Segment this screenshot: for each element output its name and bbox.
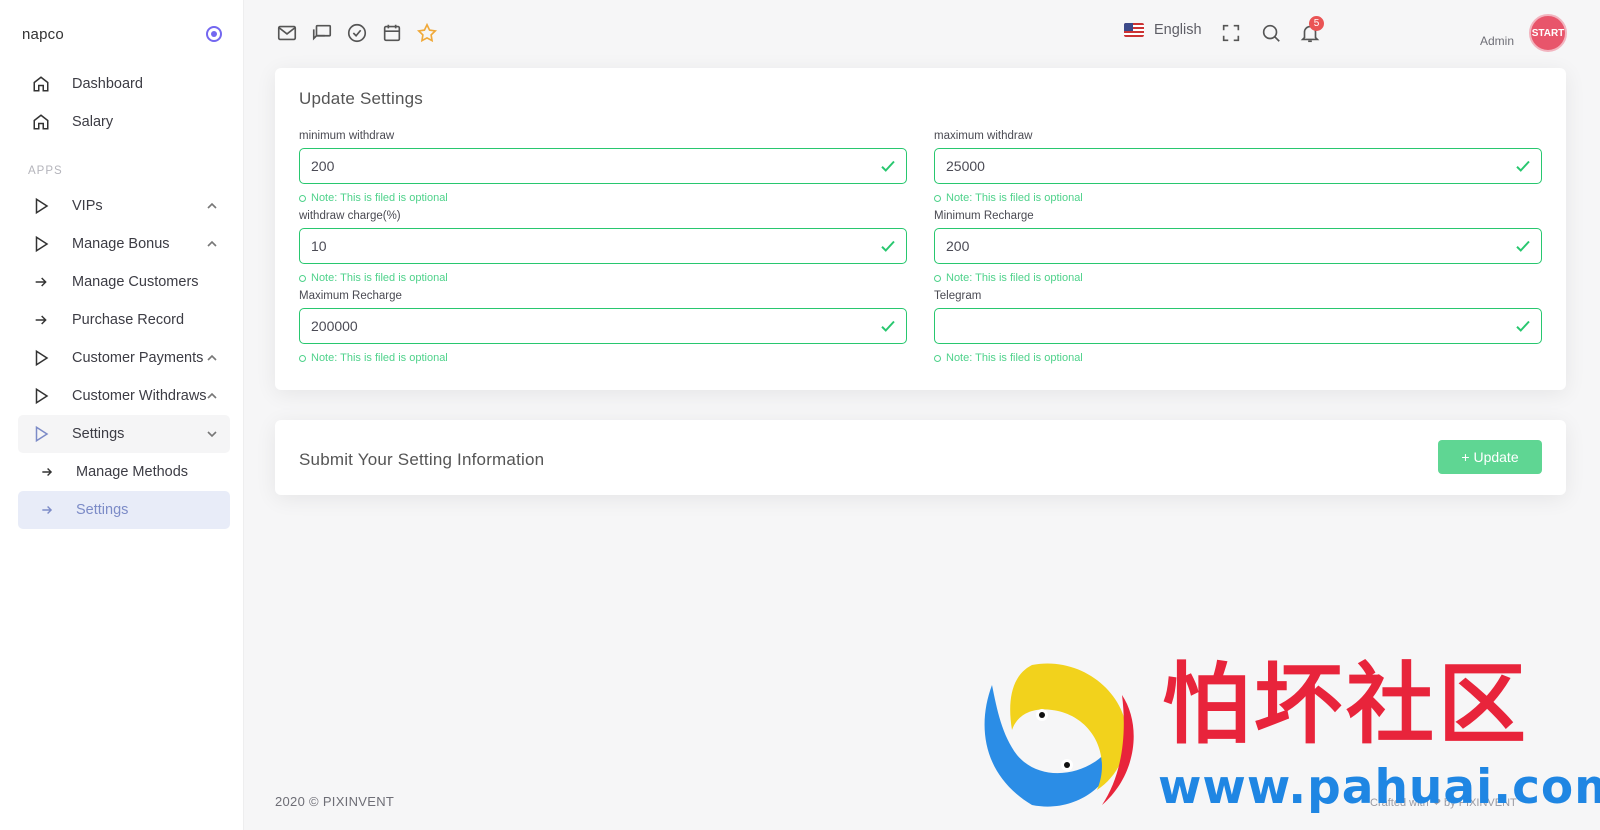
- submit-card: Submit Your Setting Information: [275, 420, 1566, 495]
- chevron-up-icon: [207, 392, 217, 399]
- field-label: Maximum Recharge: [299, 290, 402, 302]
- play-icon: [30, 385, 52, 407]
- update-button[interactable]: + Update: [1438, 440, 1542, 474]
- sidebar-item-manage-bonus[interactable]: Manage Bonus: [18, 225, 230, 263]
- avatar[interactable]: START: [1529, 14, 1567, 52]
- minimum-recharge-input[interactable]: [946, 238, 1505, 254]
- maximum-recharge-input[interactable]: [311, 318, 870, 334]
- star-icon[interactable]: [416, 22, 438, 44]
- field-label: minimum withdraw: [299, 130, 395, 142]
- arrow-right-icon: [30, 271, 52, 293]
- check-icon: [1516, 320, 1530, 332]
- mail-icon[interactable]: [276, 22, 298, 44]
- minimum-withdraw-input[interactable]: [311, 158, 870, 174]
- sidebar-item-label: Customer Withdraws: [72, 388, 207, 404]
- chevron-down-icon: [207, 431, 217, 438]
- sidebar-item-settings-sub[interactable]: Settings: [18, 491, 230, 529]
- maximum-recharge-field[interactable]: [299, 308, 907, 344]
- calendar-icon[interactable]: [381, 22, 403, 44]
- arrow-right-icon: [36, 499, 58, 521]
- play-icon: [30, 233, 52, 255]
- sidebar-item-customer-payments[interactable]: Customer Payments: [18, 339, 230, 377]
- field-label: Telegram: [934, 290, 982, 302]
- watermark-chinese-text: 怕坏社区: [1162, 653, 1531, 756]
- field-label: maximum withdraw: [934, 130, 1033, 142]
- language-selector[interactable]: English: [1124, 22, 1202, 38]
- check-icon: [881, 160, 895, 172]
- sidebar-toggle-icon[interactable]: [206, 26, 222, 42]
- update-settings-card: Update Settings minimum withdraw Note: T…: [275, 68, 1566, 390]
- sidebar-item-label: VIPs: [72, 198, 103, 214]
- sidebar-item-dashboard[interactable]: Dashboard: [18, 65, 230, 103]
- submit-card-title: Submit Your Setting Information: [299, 450, 545, 469]
- minimum-recharge-field[interactable]: [934, 228, 1542, 264]
- sidebar-item-vips[interactable]: VIPs: [18, 187, 230, 225]
- sidebar: napco Dashboard Salary APPS VIPs Manage …: [0, 0, 244, 830]
- withdraw-charge-input[interactable]: [311, 238, 870, 254]
- maximum-withdraw-input[interactable]: [946, 158, 1505, 174]
- us-flag-icon: [1124, 23, 1144, 37]
- sidebar-item-purchase-record[interactable]: Purchase Record: [18, 301, 230, 339]
- maximum-withdraw-field[interactable]: [934, 148, 1542, 184]
- watermark-url: www.pahuai.com: [1158, 760, 1600, 815]
- arrow-right-icon: [30, 309, 52, 331]
- minimum-withdraw-field[interactable]: [299, 148, 907, 184]
- field-label: Minimum Recharge: [934, 210, 1034, 222]
- field-label: withdraw charge(%): [299, 210, 401, 222]
- sidebar-item-label: Customer Payments: [72, 350, 204, 366]
- sidebar-item-customer-withdraws[interactable]: Customer Withdraws: [18, 377, 230, 415]
- sidebar-item-manage-methods[interactable]: Manage Methods: [18, 453, 230, 491]
- field-note: Note: This is filed is optional: [934, 192, 1083, 204]
- check-icon: [1516, 240, 1530, 252]
- field-note: Note: This is filed is optional: [934, 352, 1083, 364]
- chevron-up-icon: [207, 354, 217, 361]
- sidebar-item-label: Settings: [76, 502, 129, 518]
- home-icon: [30, 73, 52, 95]
- sidebar-item-salary[interactable]: Salary: [18, 103, 230, 141]
- fish-logo-watermark: [984, 663, 1134, 807]
- telegram-input[interactable]: [946, 318, 1505, 334]
- home-icon: [30, 111, 52, 133]
- check-icon: [1516, 160, 1530, 172]
- sidebar-item-manage-customers[interactable]: Manage Customers: [18, 263, 230, 301]
- chevron-up-icon: [207, 202, 217, 209]
- play-icon: [30, 195, 52, 217]
- language-label: English: [1154, 22, 1202, 38]
- sidebar-item-label: Manage Methods: [76, 464, 189, 480]
- card-title: Update Settings: [299, 89, 423, 108]
- sidebar-item-label: Dashboard: [72, 76, 143, 92]
- notification-badge: 5: [1309, 16, 1324, 31]
- sidebar-item-label: Manage Customers: [72, 274, 199, 290]
- search-icon[interactable]: [1260, 22, 1282, 44]
- telegram-field[interactable]: [934, 308, 1542, 344]
- sidebar-item-label: Purchase Record: [72, 312, 185, 328]
- field-note: Note: This is filed is optional: [299, 192, 448, 204]
- fullscreen-icon[interactable]: [1220, 22, 1242, 44]
- withdraw-charge-field[interactable]: [299, 228, 907, 264]
- sidebar-item-label: Salary: [72, 114, 114, 130]
- arrow-right-icon: [36, 461, 58, 483]
- field-note: Note: This is filed is optional: [299, 352, 448, 364]
- sidebar-item-label: Manage Bonus: [72, 236, 170, 252]
- chevron-up-icon: [207, 240, 217, 247]
- check-circle-icon[interactable]: [346, 22, 368, 44]
- field-note: Note: This is filed is optional: [934, 272, 1083, 284]
- check-icon: [881, 240, 895, 252]
- section-label-apps: APPS: [28, 165, 63, 177]
- chat-icon[interactable]: [311, 22, 333, 44]
- footer-copyright: 2020 © PIXINVENT: [275, 794, 395, 809]
- field-note: Note: This is filed is optional: [299, 272, 448, 284]
- play-icon: [30, 423, 52, 445]
- user-role: Admin: [1480, 34, 1515, 48]
- sidebar-item-settings[interactable]: Settings: [18, 415, 230, 453]
- brand-name[interactable]: napco: [22, 26, 64, 43]
- sidebar-item-label: Settings: [72, 426, 125, 442]
- play-icon: [30, 347, 52, 369]
- check-icon: [881, 320, 895, 332]
